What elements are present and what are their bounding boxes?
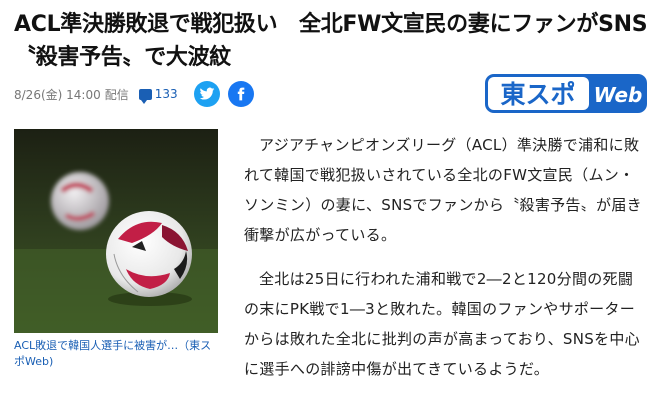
logo-sub-text: Web <box>594 83 643 107</box>
twitter-share-button[interactable] <box>193 81 220 107</box>
comments-link[interactable]: 133 <box>138 87 178 104</box>
twitter-icon <box>199 87 214 100</box>
comment-icon <box>138 88 152 104</box>
publish-info: 8/26(金) 14:00 配信 <box>14 86 133 103</box>
article-body: アジアチャンピオンズリーグ（ACL）準決勝で浦和に敗れて韓国で戦犯扱いされている… <box>244 130 648 384</box>
soccer-ball-photo[interactable] <box>14 129 218 333</box>
distribution-label: 配信 <box>104 87 129 102</box>
article-meta: 8/26(金) 14:00 配信 133 <box>14 81 254 107</box>
publish-date: 8/26(金) 14:00 <box>14 87 101 102</box>
comment-count: 133 <box>154 87 178 101</box>
tosupo-web-logo[interactable]: 東スポ Web <box>484 73 648 114</box>
article-headline: ACL準決勝敗退で戦犯扱い 全北FW文宣民の妻にファンがSNS〝殺害予告〟で大波… <box>14 12 648 70</box>
paragraph-2: 全北は25日に行われた浦和戦で2―2と120分間の死闘の末にPK戦で1―3と敗れ… <box>244 270 640 378</box>
facebook-icon <box>237 87 244 101</box>
article-figure: ACL敗退で韓国人選手に被害が…（東スポWeb) <box>14 129 218 370</box>
logo-main-text: 東スポ <box>500 80 575 109</box>
facebook-share-button[interactable] <box>227 81 254 107</box>
logo-graphic: 東スポ Web <box>485 74 647 113</box>
paragraph-1: アジアチャンピオンズリーグ（ACL）準決勝で浦和に敗れて韓国で戦犯扱いされている… <box>244 136 642 244</box>
photo-caption-link[interactable]: ACL敗退で韓国人選手に被害が…（東スポWeb) <box>14 338 218 370</box>
